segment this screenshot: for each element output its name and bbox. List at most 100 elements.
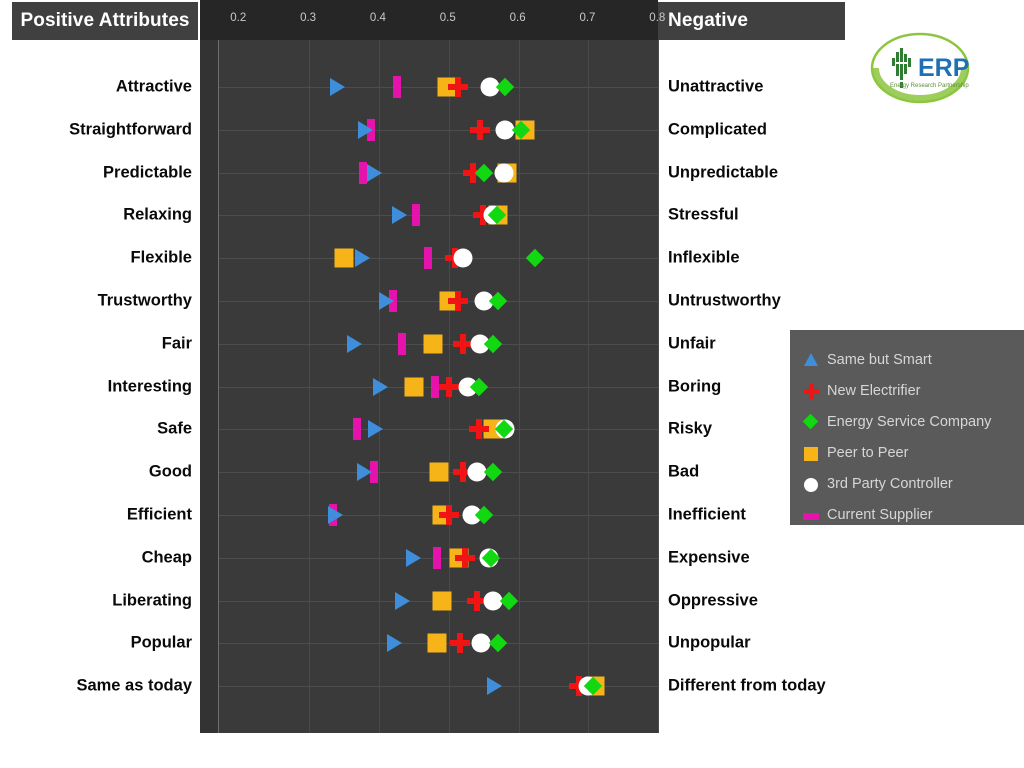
data-point-triangle [386,634,402,653]
plot-panel: 0.2 0.3 0.4 0.5 0.6 0.7 0.8 [200,0,665,733]
gridline [658,40,660,733]
data-point-triangle [372,377,388,396]
row-gridline [219,129,658,131]
plot-area [218,40,660,733]
positive-attribute-label: Fair [161,334,192,353]
legend-item[interactable]: 3rd Party Controller [802,468,1024,499]
diamond-icon [802,412,824,432]
legend-item-label: Same but Smart [827,351,932,368]
x-axis-tick-label: 0.8 [649,12,666,24]
data-point-triangle [368,420,384,439]
data-point-cross [449,633,470,654]
positive-attribute-label: Safe [157,419,192,438]
data-point-cross [438,376,459,397]
negative-attribute-label: Untrustworthy [668,291,781,310]
data-point-square [423,334,443,354]
positive-attribute-label: Popular [130,633,192,652]
row-gridline [219,429,658,431]
negative-attributes-title: Negative [668,10,749,31]
data-point-bar [393,76,402,98]
positive-attribute-label: Same as today [76,676,192,695]
data-point-square [427,633,447,653]
negative-attribute-label: Stressful [668,205,739,224]
data-point-cross [469,119,490,140]
legend-item[interactable]: Same but Smart [802,344,1024,375]
svg-text:ERP: ERP [918,54,969,82]
positive-attribute-label: Cheap [141,548,192,567]
legend-item-label: Energy Service Company [827,413,992,430]
positive-attribute-label: Relaxing [123,205,192,224]
legend-item-label: Current Supplier [827,506,933,523]
data-point-cross [447,291,468,311]
legend-item[interactable]: Peer to Peer [802,437,1024,468]
row-gridline [219,258,658,260]
data-point-triangle [486,677,502,696]
x-axis-tick-label: 0.6 [509,12,526,24]
negative-attributes-banner: Negative [657,2,845,40]
data-point-circle [453,248,473,268]
data-point-square [404,377,424,397]
data-point-triangle [330,78,346,96]
data-point-triangle [391,206,407,225]
data-point-cross [438,505,459,525]
legend-item[interactable]: New Electrifier [802,375,1024,406]
data-point-bar [397,332,406,355]
data-point-bar [411,204,420,227]
positive-attribute-label: Straightforward [69,120,192,139]
legend-item-label: Peer to Peer [827,444,909,461]
data-point-diamond [526,248,545,268]
negative-attribute-label: Risky [668,419,713,438]
x-axis-tick-label: 0.2 [230,12,247,24]
svg-text:Energy Research Partnership: Energy Research Partnership [890,83,969,89]
data-point-triangle [358,120,374,139]
row-gridline [219,172,658,174]
positive-attributes-title: Positive Attributes [20,10,190,31]
circle-icon [802,474,824,494]
positive-attribute-label: Liberating [112,591,192,610]
data-point-triangle [379,292,395,310]
negative-attribute-label: Inefficient [668,505,746,524]
negative-attribute-label: Inflexible [668,248,740,267]
negative-attribute-label: Complicated [668,120,768,139]
x-axis-tick-label: 0.4 [369,12,386,24]
data-point-cross [454,547,475,568]
positive-attribute-label: Good [148,462,192,481]
negative-attribute-label: Bad [668,462,700,481]
legend-item-label: New Electrifier [827,382,921,399]
data-point-triangle [354,249,370,268]
data-point-circle [494,163,514,183]
data-point-cross [468,419,489,440]
data-point-triangle [394,591,410,610]
negative-attribute-label: Different from today [668,676,826,695]
cross-icon [802,381,824,401]
data-point-triangle [366,163,382,182]
data-point-bar [353,418,362,441]
data-point-diamond [484,462,503,482]
data-point-bar [430,375,439,398]
legend-item-label: 3rd Party Controller [827,475,953,492]
data-point-triangle [347,334,363,353]
chart-page: Positive Attributes Negative 0.2 0.3 0.4 0.… [0,0,1024,768]
positive-attribute-label: Efficient [126,505,192,524]
row-gridline [219,301,658,302]
negative-attribute-label: Unattractive [668,77,764,96]
data-point-bar [432,546,441,569]
legend-item[interactable]: Energy Service Company [802,406,1024,437]
positive-attribute-label: Trustworthy [97,291,192,310]
positive-attributes-banner: Positive Attributes [12,2,198,40]
data-point-square [432,591,452,611]
negative-attribute-label: Boring [668,377,722,396]
triangle-icon [802,350,824,370]
data-point-diamond [495,77,514,97]
data-point-square [429,462,449,482]
x-axis-tick-label: 0.7 [579,12,596,24]
chart-legend: Same but Smart New Electrifier Energy Serv… [790,330,1024,525]
bar-icon [802,505,824,525]
data-point-triangle [405,548,421,567]
positive-attribute-label: Interesting [107,377,192,396]
erp-logo: ERP Energy Research Partnership [870,32,970,104]
x-axis-strip: 0.2 0.3 0.4 0.5 0.6 0.7 0.8 [200,0,665,40]
data-point-circle [471,633,491,653]
legend-item[interactable]: Current Supplier [802,499,1024,530]
data-point-triangle [356,463,372,482]
